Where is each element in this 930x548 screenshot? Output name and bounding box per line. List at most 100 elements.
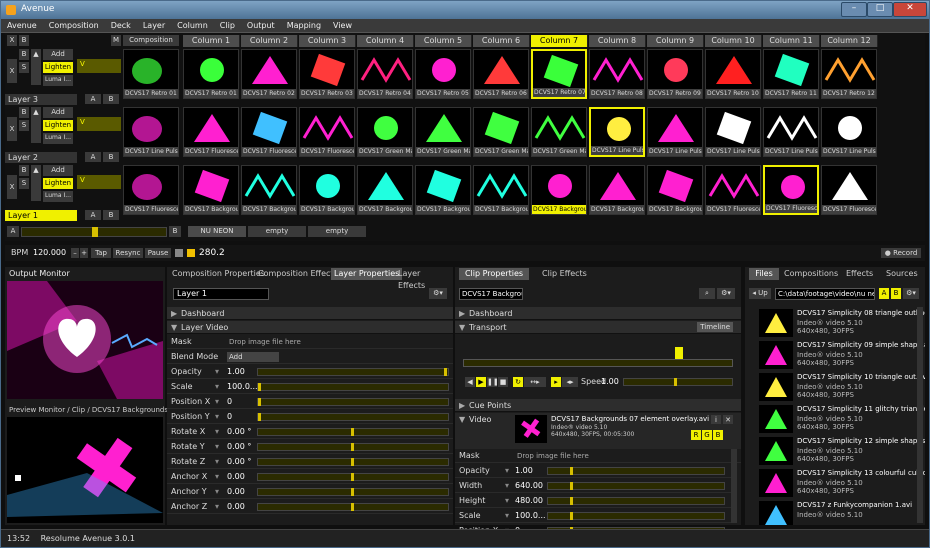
column-header-12[interactable]: Column 12 xyxy=(821,35,878,47)
clip-cell-l1-c7[interactable]: DCVS17 Retro 07 g... xyxy=(531,49,587,99)
layer-dashboard-section[interactable]: ▶ Dashboard xyxy=(167,307,453,320)
tab-files[interactable]: Files xyxy=(749,268,779,280)
param-value[interactable]: 0 xyxy=(227,410,232,424)
layer-1-bypass-button[interactable]: B xyxy=(19,49,29,60)
layer-1-blend-select[interactable]: Add xyxy=(43,49,73,60)
column-header-1[interactable]: Column 1 xyxy=(183,35,240,47)
menu-view[interactable]: View xyxy=(327,19,358,32)
param-value[interactable]: 640.00 xyxy=(515,479,543,493)
column-header-3[interactable]: Column 3 xyxy=(299,35,356,47)
timeline-select[interactable]: Timeline xyxy=(697,322,733,332)
layer-1-b-button[interactable]: B xyxy=(103,94,119,104)
clip-cell-l2-c8[interactable]: DCVS17 Line Pulse ... xyxy=(589,107,645,157)
clip-cell-l2-c6[interactable]: DCVS17 Green Ma... xyxy=(473,107,529,157)
param-slider[interactable] xyxy=(257,368,449,376)
clip-mask-dropzone[interactable]: Drop image file here xyxy=(517,449,589,463)
clip-cell-l2-c12[interactable]: DCVS17 Line Pulse ... xyxy=(821,107,877,157)
layer-3-composition-clip[interactable]: DCVS17 Fluorescen... xyxy=(123,165,179,215)
layer-2-name[interactable]: Layer 2 xyxy=(5,152,77,163)
param-value[interactable]: 1.00 xyxy=(227,365,245,379)
clip-cell-l3-c6[interactable]: DCVS17 Backgroun... xyxy=(473,165,529,215)
playhead-marker[interactable] xyxy=(675,347,683,359)
clip-cell-l2-c1[interactable]: DCVS17 Fluorescen... xyxy=(183,107,239,157)
layer-2-b-button[interactable]: B xyxy=(103,152,119,162)
view-b-button[interactable]: B xyxy=(891,288,901,299)
param-value[interactable]: 0.00 ° xyxy=(227,425,251,439)
cue-points-section[interactable]: ▶ Cue Points xyxy=(455,399,741,412)
bounce-icon[interactable]: ↔▸ xyxy=(524,377,546,387)
file-item[interactable]: DCVS17 Simplicity 08 triangle outlines.a… xyxy=(745,307,925,339)
clip-cell-l2-c9[interactable]: DCVS17 Line Pulse ... xyxy=(647,107,703,157)
menu-clip[interactable]: Clip xyxy=(214,19,241,32)
param-slider[interactable] xyxy=(257,428,449,436)
composition-x-button[interactable]: X xyxy=(7,35,17,46)
column-header-7[interactable]: Column 7 xyxy=(531,35,588,47)
file-item[interactable]: DCVS17 z Funkycompanion 1.avi Indeo® vide… xyxy=(745,499,915,525)
composition-b-button[interactable]: B xyxy=(19,35,29,46)
layer-blend-select[interactable]: Add xyxy=(227,352,279,362)
layer-1-mode-select[interactable]: Lighten xyxy=(43,62,73,73)
clip-cell-l1-c12[interactable]: DCVS17 Retro 12 li... xyxy=(821,49,877,99)
deck-tab-empty-1[interactable]: empty xyxy=(248,226,306,237)
layer-2-luma-select[interactable]: Luma I... xyxy=(43,133,73,144)
menu-layer[interactable]: Layer xyxy=(137,19,171,32)
column-header-10[interactable]: Column 10 xyxy=(705,35,762,47)
deck-tab-nu-neon[interactable]: NU NEON xyxy=(188,226,246,237)
param-value[interactable]: 1.00 xyxy=(515,464,533,478)
clip-cell-l1-c10[interactable]: DCVS17 Retro 10 ... xyxy=(705,49,761,99)
param-slider[interactable] xyxy=(257,383,449,391)
layer-2-a-button[interactable]: A xyxy=(85,152,101,162)
tab-layer-properties[interactable]: Layer Properties xyxy=(331,268,403,280)
bpm-minus-button[interactable]: – xyxy=(71,248,79,258)
maximize-button[interactable]: □ xyxy=(867,2,893,17)
layer-3-blend-select[interactable]: Add xyxy=(43,165,73,176)
column-header-2[interactable]: Column 2 xyxy=(241,35,298,47)
param-value[interactable]: 0.00 ° xyxy=(227,440,251,454)
tap-button[interactable]: Tap xyxy=(91,248,111,258)
clip-dashboard-section[interactable]: ▶ Dashboard xyxy=(455,307,741,320)
record-button[interactable]: ● Record xyxy=(881,248,921,258)
speed-slider[interactable] xyxy=(623,378,733,386)
column-header-8[interactable]: Column 8 xyxy=(589,35,646,47)
tab-layer-effects[interactable]: Layer Effects xyxy=(395,268,453,290)
layer-2-mode-select[interactable]: Lighten xyxy=(43,120,73,131)
column-header-4[interactable]: Column 4 xyxy=(357,35,414,47)
layer-1-video-fader[interactable]: V xyxy=(77,59,121,73)
video-section-title[interactable]: Video xyxy=(469,415,491,424)
param-slider[interactable] xyxy=(257,488,449,496)
file-item[interactable]: DCVS17 Simplicity 13 colourful cubic ove… xyxy=(745,467,925,499)
clip-cell-l3-c11[interactable]: DCVS17 Fluorescen... xyxy=(763,165,819,215)
crossfader[interactable] xyxy=(21,227,167,237)
clip-cell-l3-c7[interactable]: DCVS17 Backgroun... xyxy=(531,165,587,215)
clip-timeline-bar[interactable] xyxy=(463,359,733,367)
layer-2-composition-clip[interactable]: DCVS17 Line Pulse ... xyxy=(123,107,179,157)
channel-b-button[interactable]: B xyxy=(713,430,723,440)
pause-icon[interactable]: ❚❚ xyxy=(487,377,499,387)
layer-2-level-slider[interactable]: ▲ xyxy=(31,107,41,143)
clip-cell-l1-c9[interactable]: DCVS17 Retro 09 li... xyxy=(647,49,703,99)
layer-name-field[interactable]: Layer 1 xyxy=(173,288,269,300)
clip-cell-l3-c9[interactable]: DCVS17 Backgroun... xyxy=(647,165,703,215)
param-value[interactable]: 0.00 xyxy=(227,500,245,514)
clip-name-field[interactable]: DCVS17 Backgrounds... xyxy=(459,288,523,300)
crossfader-b-button[interactable]: B xyxy=(169,226,181,237)
param-value[interactable]: 100.0... xyxy=(515,509,546,523)
channel-g-button[interactable]: G xyxy=(702,430,712,440)
param-value[interactable]: 100.0... xyxy=(227,380,258,394)
menu-composition[interactable]: Composition xyxy=(43,19,105,32)
clip-cell-l1-c5[interactable]: DCVS17 Retro 05 ... xyxy=(415,49,471,99)
param-value[interactable]: 0.00 xyxy=(227,485,245,499)
file-item[interactable]: DCVS17 Simplicity 09 simple shape.avi Ind… xyxy=(745,339,925,371)
column-header-11[interactable]: Column 11 xyxy=(763,35,820,47)
tab-sources[interactable]: Sources xyxy=(883,268,921,280)
column-header-6[interactable]: Column 6 xyxy=(473,35,530,47)
clip-cell-l3-c8[interactable]: DCVS17 Backgroun... xyxy=(589,165,645,215)
clip-cell-l2-c11[interactable]: DCVS17 Line Pulse ... xyxy=(763,107,819,157)
param-slider[interactable] xyxy=(257,458,449,466)
param-slider[interactable] xyxy=(257,473,449,481)
param-slider[interactable] xyxy=(547,497,725,505)
menu-output[interactable]: Output xyxy=(241,19,281,32)
column-header-5[interactable]: Column 5 xyxy=(415,35,472,47)
clip-cell-l3-c10[interactable]: DCVS17 Fluorescen... xyxy=(705,165,761,215)
clip-info-icon[interactable]: i xyxy=(711,415,721,424)
